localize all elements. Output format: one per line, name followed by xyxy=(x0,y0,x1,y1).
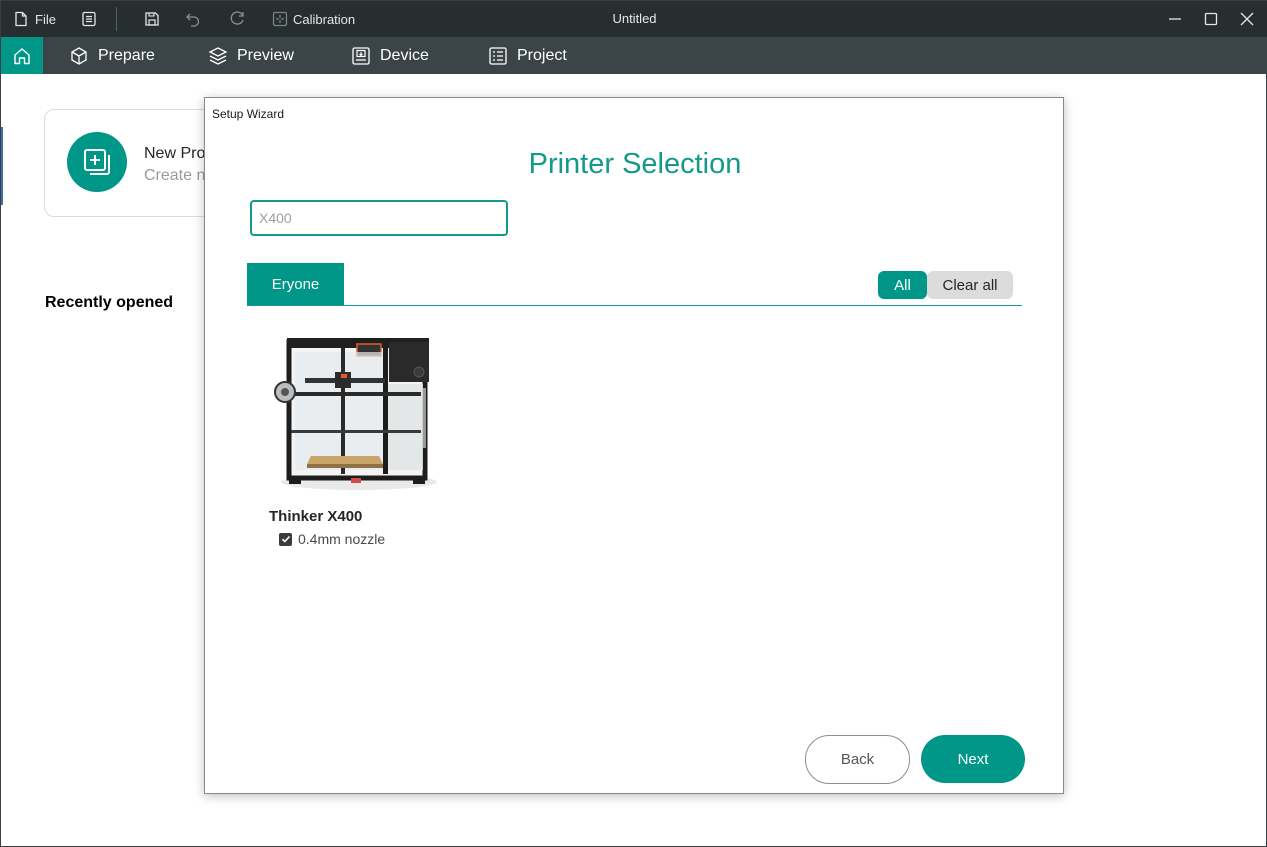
tab-home[interactable] xyxy=(1,37,43,74)
toolbar-divider xyxy=(116,7,117,31)
home-icon xyxy=(14,47,30,64)
calibration-icon xyxy=(272,11,288,27)
tab-preview[interactable]: Preview xyxy=(208,37,294,74)
tab-preview-label: Preview xyxy=(237,46,294,64)
menu-list-icon[interactable] xyxy=(81,1,97,37)
app-window: File Calibration Untitled Prepare Previe… xyxy=(0,0,1267,847)
recently-opened-heading: Recently opened xyxy=(45,294,174,311)
maximize-icon[interactable] xyxy=(1201,1,1221,37)
save-icon[interactable] xyxy=(144,1,160,37)
tab-prepare-label: Prepare xyxy=(98,46,155,64)
printer-image[interactable] xyxy=(271,332,443,496)
tab-prepare[interactable]: Prepare xyxy=(69,37,155,74)
tab-device-label: Device xyxy=(380,46,429,64)
tab-project-label: Project xyxy=(517,46,567,64)
nozzle-option[interactable]: 0.4mm nozzle xyxy=(279,531,385,547)
close-icon[interactable] xyxy=(1237,1,1257,37)
minimize-icon[interactable] xyxy=(1165,1,1185,37)
clear-all-button[interactable]: Clear all xyxy=(927,271,1013,299)
back-button[interactable]: Back xyxy=(805,735,910,784)
next-button[interactable]: Next xyxy=(921,735,1025,783)
page-title: Printer Selection xyxy=(528,148,742,180)
tab-device[interactable]: Device xyxy=(351,37,429,74)
nav-bar: Prepare Preview Device Project xyxy=(1,37,1267,74)
nozzle-label: 0.4mm nozzle xyxy=(298,531,386,547)
setup-wizard-dialog: Setup Wizard Printer Selection Eryone Al… xyxy=(204,97,1064,794)
nozzle-checkbox[interactable] xyxy=(279,532,292,546)
title-bar: File Calibration Untitled xyxy=(1,1,1267,37)
vendor-tab-eryone[interactable]: Eryone xyxy=(247,263,344,306)
cube-icon xyxy=(71,46,87,65)
tab-project[interactable]: Project xyxy=(488,37,567,74)
device-icon xyxy=(352,46,370,65)
new-project-icon xyxy=(67,132,127,192)
file-menu-label: File xyxy=(35,11,56,27)
new-project-subtitle: Create n xyxy=(144,167,206,184)
tab-underline xyxy=(247,305,1022,306)
file-icon xyxy=(15,11,27,27)
printer-name: Thinker X400 xyxy=(269,508,363,525)
dialog-title: Setup Wizard xyxy=(212,107,285,121)
redo-icon[interactable] xyxy=(229,1,245,37)
window-edge-accent xyxy=(1,127,3,205)
calibration-label: Calibration xyxy=(293,11,356,27)
layers-icon xyxy=(208,46,228,65)
calibration-menu[interactable]: Calibration xyxy=(272,1,355,37)
new-project-title: New Pro xyxy=(144,145,206,162)
file-menu[interactable]: File xyxy=(13,1,56,37)
printer-search-input[interactable] xyxy=(250,200,508,236)
project-icon xyxy=(489,46,507,65)
select-all-button[interactable]: All xyxy=(878,271,927,299)
check-icon xyxy=(281,535,290,543)
undo-icon[interactable] xyxy=(185,1,201,37)
printer-card: Thinker X400 0.4mm nozzle xyxy=(267,328,447,558)
